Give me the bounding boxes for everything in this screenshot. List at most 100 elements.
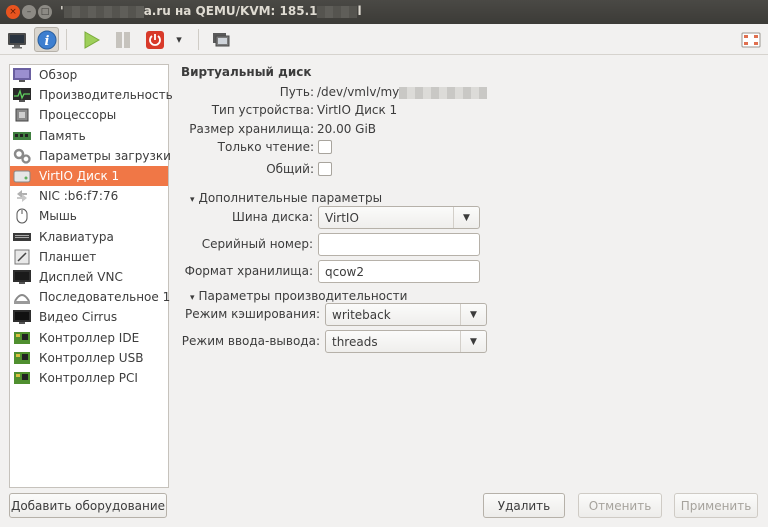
sidebar-item-controller-pci[interactable]: Контроллер PCI [10, 368, 168, 388]
svg-text:i: i [44, 34, 49, 49]
dropdown-arrow-icon: ▼ [460, 331, 486, 352]
toolbar-separator [66, 29, 67, 50]
dropdown-arrow-icon: ▾ [176, 33, 182, 46]
maximize-window-button[interactable]: □ [38, 5, 52, 19]
controller-icon [12, 370, 32, 386]
add-hardware-button[interactable]: Добавить оборудование [9, 493, 167, 518]
sidebar-item-boot-options[interactable]: Параметры загрузки [10, 146, 171, 166]
controller-icon [12, 350, 32, 366]
serial-number-input[interactable] [318, 233, 480, 256]
storage-format-input[interactable]: qcow2 [318, 260, 480, 283]
pause-button[interactable] [110, 27, 135, 52]
title-bar: × – □ ' a.ru на QEMU/KVM: 185.1 l [0, 0, 768, 24]
storage-format-label: Формат хранилища: [184, 264, 313, 278]
snapshots-button[interactable] [208, 27, 233, 52]
hardware-list: Обзор Производительность Процессоры Памя… [9, 64, 173, 488]
sidebar-item-label: Клавиатура [39, 229, 114, 244]
apply-button[interactable]: Применить [674, 493, 758, 518]
advanced-options-label: Дополнительные параметры [198, 191, 383, 205]
info-icon: i [37, 30, 56, 49]
disk-details-panel: Виртуальный диск Путь: /dev/vmlv/my Тип … [176, 60, 766, 480]
disk-bus-select[interactable]: VirtIO ▼ [318, 206, 480, 229]
sidebar-item-label: Производительность [39, 88, 173, 103]
sidebar-item-label: Параметры загрузки [39, 148, 171, 163]
disk-bus-value: VirtIO [325, 210, 359, 225]
minimize-window-button[interactable]: – [22, 5, 36, 19]
expander-arrow-icon: ▾ [190, 195, 195, 205]
sidebar-item-controller-ide[interactable]: Контроллер IDE [10, 327, 168, 347]
details-button[interactable]: i [34, 27, 59, 52]
device-type-label: Тип устройства: [211, 103, 314, 117]
storage-size-value: 20.00 GiB [317, 122, 377, 136]
io-mode-select[interactable]: threads ▼ [325, 330, 487, 353]
advanced-options-expander[interactable]: ▾ Дополнительные параметры [190, 191, 382, 205]
cancel-label: Отменить [588, 498, 652, 513]
run-icon [84, 30, 100, 49]
sidebar-item-label: Видео Cirrus [39, 310, 118, 325]
cache-mode-value: writeback [332, 307, 391, 322]
serial-number-label: Серийный номер: [201, 237, 313, 251]
console-button[interactable] [4, 27, 29, 52]
sidebar-item-label: Процессоры [39, 108, 117, 123]
cpu-icon [12, 107, 32, 123]
virtual-disk-heading: Виртуальный диск [181, 65, 312, 79]
sidebar-item-cpus[interactable]: Процессоры [10, 105, 168, 125]
cancel-button[interactable]: Отменить [578, 493, 662, 518]
dropdown-arrow-icon: ▼ [453, 207, 479, 228]
display-icon [12, 269, 32, 285]
remove-button[interactable]: Удалить [483, 493, 565, 518]
sidebar-item-display-vnc[interactable]: Дисплей VNC [10, 267, 168, 287]
shutdown-menu-button[interactable]: ▾ [170, 27, 188, 52]
sidebar-item-virtio-disk[interactable]: VirtIO Диск 1 [10, 165, 168, 187]
performance-options-expander[interactable]: ▾ Параметры производительности [190, 289, 407, 303]
sidebar-item-label: Память [39, 128, 86, 143]
sidebar-item-tablet[interactable]: Планшет [10, 247, 168, 267]
power-icon [145, 30, 164, 49]
sidebar-item-mouse[interactable]: Мышь [10, 206, 168, 226]
shutdown-button[interactable] [142, 27, 167, 52]
sidebar-item-performance[interactable]: Производительность [10, 85, 173, 105]
disk-icon [12, 168, 32, 184]
tablet-icon [12, 249, 32, 265]
add-hardware-label: Добавить оборудование [10, 498, 166, 513]
io-mode-label: Режим ввода-вывода: [181, 334, 320, 348]
close-window-button[interactable]: × [6, 5, 20, 19]
console-monitor-icon [7, 32, 26, 48]
maximize-icon: □ [40, 7, 50, 17]
run-button[interactable] [78, 27, 103, 52]
boot-options-icon [12, 148, 32, 164]
sidebar-item-memory[interactable]: Память [10, 126, 168, 146]
apply-label: Применить [680, 498, 752, 513]
device-type-value: VirtIO Диск 1 [317, 103, 398, 117]
controller-icon [12, 330, 32, 346]
redacted-path [399, 86, 488, 99]
sidebar-item-overview[interactable]: Обзор [10, 65, 168, 85]
sidebar-item-serial[interactable]: Последовательное 1 [10, 287, 170, 307]
memory-icon [12, 128, 32, 144]
sidebar-item-video-cirrus[interactable]: Видео Cirrus [10, 307, 168, 327]
minimize-icon: – [26, 7, 32, 17]
remove-label: Удалить [497, 498, 551, 513]
sidebar-item-label: VirtIO Диск 1 [39, 169, 120, 184]
sidebar-item-label: Контроллер USB [39, 350, 144, 365]
sidebar-item-label: Мышь [39, 209, 77, 224]
cache-mode-select[interactable]: writeback ▼ [325, 303, 487, 326]
sidebar-item-label: Контроллер PCI [39, 370, 138, 385]
storage-size-label: Размер хранилища: [189, 122, 314, 136]
readonly-checkbox[interactable] [318, 140, 332, 154]
shared-checkbox[interactable] [318, 162, 332, 176]
sidebar-item-controller-usb[interactable]: Контроллер USB [10, 348, 168, 368]
path-label: Путь: [279, 85, 314, 99]
sidebar-item-label: NIC :b6:f7:76 [39, 189, 119, 204]
sidebar-item-nic[interactable]: NIC :b6:f7:76 [10, 186, 168, 206]
overview-icon [12, 67, 32, 83]
window-title: ' a.ru на QEMU/KVM: 185.1 l [60, 4, 362, 18]
dropdown-arrow-icon: ▼ [460, 304, 486, 325]
fullscreen-button[interactable] [738, 27, 763, 52]
sidebar-item-keyboard[interactable]: Клавиатура [10, 227, 168, 247]
sidebar-item-label: Планшет [39, 249, 97, 264]
performance-options-label: Параметры производительности [198, 289, 408, 303]
keyboard-icon [12, 229, 32, 245]
mouse-icon [12, 208, 32, 224]
disk-bus-label: Шина диска: [232, 210, 313, 224]
